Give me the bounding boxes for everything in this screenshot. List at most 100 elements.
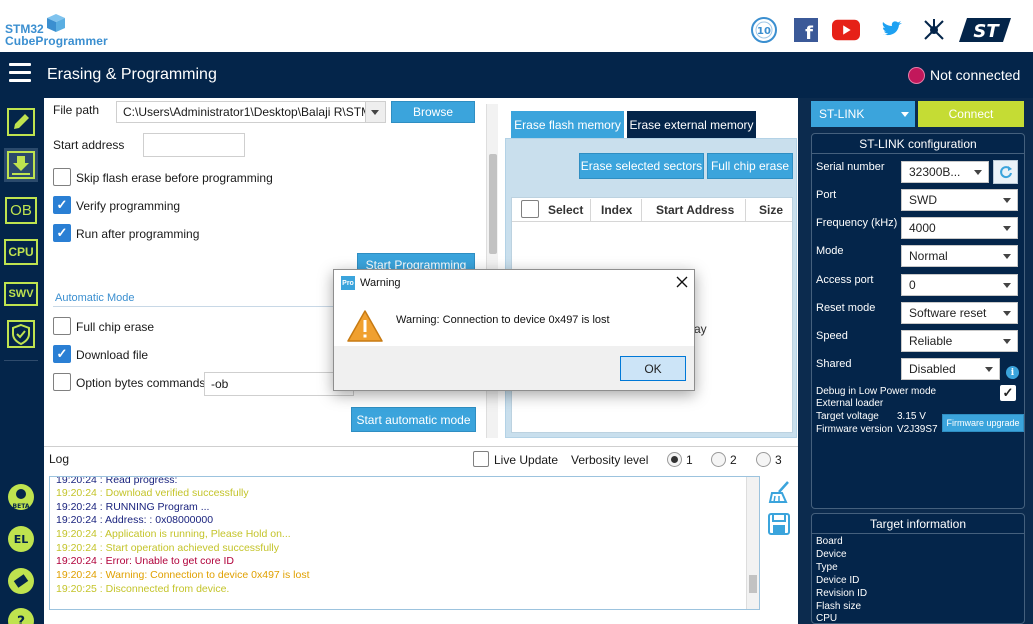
reset-mode-select[interactable]: Software reset: [901, 302, 1018, 324]
ok-button[interactable]: OK: [620, 356, 686, 381]
start-address-label: Start address: [53, 138, 125, 152]
port-value: SWD: [909, 193, 937, 207]
firmware-version-value: V2J39S7: [897, 424, 938, 435]
target-title-divider: [812, 533, 1024, 534]
verbosity-radio-1[interactable]: [667, 452, 682, 467]
port-label: Port: [816, 189, 837, 201]
option-bytes-commands-label: Option bytes commands: [76, 376, 206, 390]
erase-selected-sectors-button[interactable]: Erase selected sectors: [579, 153, 704, 179]
start-address-input[interactable]: [143, 133, 245, 157]
column-divider: [745, 199, 746, 221]
access-port-select[interactable]: 0: [901, 274, 1018, 296]
target-device-id-label: Device ID: [816, 575, 860, 586]
svg-text:10: 10: [757, 26, 771, 37]
serial-number-value: 32300B...: [909, 165, 961, 179]
probe-interface-select[interactable]: ST-LINK: [811, 101, 915, 127]
verify-programming-checkbox[interactable]: ✓: [53, 196, 71, 214]
sidebar-item-security[interactable]: [4, 317, 38, 351]
select-all-checkbox[interactable]: [521, 200, 539, 218]
log-output[interactable]: 19:20:24 : Read progress: 19:20:24 : Dow…: [49, 476, 760, 610]
start-automatic-mode-button[interactable]: Start automatic mode: [351, 407, 476, 432]
facebook-icon[interactable]: f: [792, 16, 820, 44]
st-logo-icon[interactable]: ST: [958, 16, 1014, 44]
log-line: 19:20:24 : Error: Unable to get core ID: [56, 555, 235, 567]
log-scrollbar-thumb[interactable]: [749, 575, 757, 593]
target-cpu-label: CPU: [816, 613, 838, 624]
port-select[interactable]: SWD: [901, 189, 1018, 211]
frequency-select[interactable]: 4000: [901, 217, 1018, 239]
target-voltage-label: Target voltage: [816, 411, 879, 422]
firmware-upgrade-button[interactable]: Firmware upgrade: [942, 414, 1024, 432]
target-device-label: Device: [816, 549, 847, 560]
download-file-label: Download file: [76, 348, 149, 362]
twitter-icon[interactable]: [878, 16, 906, 44]
file-path-dropdown-button[interactable]: [365, 102, 385, 122]
mode-label: Mode: [816, 245, 844, 257]
verbosity-radio-3-label: 3: [775, 453, 782, 467]
shared-select[interactable]: Disabled: [901, 358, 1000, 380]
target-type-label: Type: [816, 562, 838, 573]
verify-programming-label: Verify programming: [76, 199, 181, 213]
firmware-version-label: Firmware version: [816, 424, 893, 435]
reset-mode-value: Software reset: [909, 306, 987, 320]
sidebar-item-ob[interactable]: OB: [4, 193, 38, 227]
youtube-icon[interactable]: [832, 16, 860, 44]
tab-erase-flash-memory[interactable]: Erase flash memory: [511, 111, 624, 139]
download-file-checkbox[interactable]: ✓: [53, 345, 71, 363]
file-path-input[interactable]: C:\Users\Administrator1\Desktop\Balaji R…: [116, 101, 386, 123]
log-line: 19:20:24 : Warning: Connection to device…: [56, 569, 310, 581]
option-bytes-commands-checkbox[interactable]: [53, 373, 71, 391]
log-line: 19:20:24 : Start operation achieved succ…: [56, 542, 279, 554]
verbosity-radio-3[interactable]: [756, 452, 771, 467]
beta-icon: BETA: [8, 484, 34, 510]
app-icon: Pro: [341, 276, 355, 290]
sidebar-item-eraser[interactable]: [4, 564, 38, 598]
live-update-checkbox[interactable]: [473, 451, 489, 467]
chevron-down-icon: [901, 112, 909, 117]
save-log-icon[interactable]: [768, 513, 790, 538]
scrollbar-thumb[interactable]: [489, 154, 497, 254]
skip-flash-erase-checkbox[interactable]: [53, 168, 71, 186]
log-scrollbar[interactable]: [746, 477, 759, 609]
verbosity-radio-1-label: 1: [686, 453, 693, 467]
run-after-programming-checkbox[interactable]: ✓: [53, 224, 71, 242]
sidebar-item-help[interactable]: ?: [4, 604, 38, 624]
sidebar-item-memory-edit[interactable]: [4, 105, 38, 139]
close-icon[interactable]: [673, 273, 691, 291]
sidebar-item-erasing-programming[interactable]: [4, 148, 38, 182]
debug-low-power-checkbox[interactable]: ✓: [1000, 385, 1016, 401]
column-header-size: Size: [759, 203, 784, 217]
log-line: 19:20:24 : RUNNING Program ...: [56, 501, 210, 513]
option-bytes-input[interactable]: -ob: [204, 372, 354, 396]
sidebar-item-swv[interactable]: SWV: [4, 277, 38, 311]
network-icon[interactable]: [920, 16, 948, 44]
shared-label: Shared: [816, 358, 852, 370]
mode-select[interactable]: Normal: [901, 245, 1018, 267]
refresh-serial-button[interactable]: [993, 160, 1018, 184]
svg-text:f: f: [805, 23, 813, 42]
tab-erase-external-memory[interactable]: Erase external memory: [627, 111, 756, 139]
sidebar-item-cpu[interactable]: CPU: [4, 235, 38, 269]
edit-icon: [7, 108, 35, 136]
connect-button[interactable]: Connect: [918, 101, 1024, 127]
target-revision-id-label: Revision ID: [816, 588, 868, 599]
browse-button[interactable]: Browse: [391, 101, 475, 123]
full-chip-erase-checkbox[interactable]: [53, 317, 71, 335]
warning-triangle-icon: [346, 309, 384, 346]
log-line: 19:20:24 : Application is running, Pleas…: [56, 528, 291, 540]
anniversary-10-icon[interactable]: 10: [750, 16, 778, 44]
clear-log-icon[interactable]: [768, 480, 790, 507]
serial-number-select[interactable]: 32300B...: [901, 161, 989, 183]
sidebar-item-el[interactable]: EL: [4, 522, 38, 556]
el-icon: EL: [8, 526, 34, 552]
svg-text:BETA: BETA: [13, 503, 30, 510]
refresh-icon: [999, 166, 1012, 179]
speed-select[interactable]: Reliable: [901, 330, 1018, 352]
hamburger-menu-icon[interactable]: [9, 63, 31, 83]
full-chip-erase-button[interactable]: Full chip erase: [707, 153, 793, 179]
sidebar-item-beta[interactable]: BETA: [4, 480, 38, 514]
verbosity-radio-2[interactable]: [711, 452, 726, 467]
file-path-label: File path: [53, 103, 100, 117]
column-divider: [641, 199, 642, 221]
info-icon[interactable]: i: [1006, 366, 1019, 379]
